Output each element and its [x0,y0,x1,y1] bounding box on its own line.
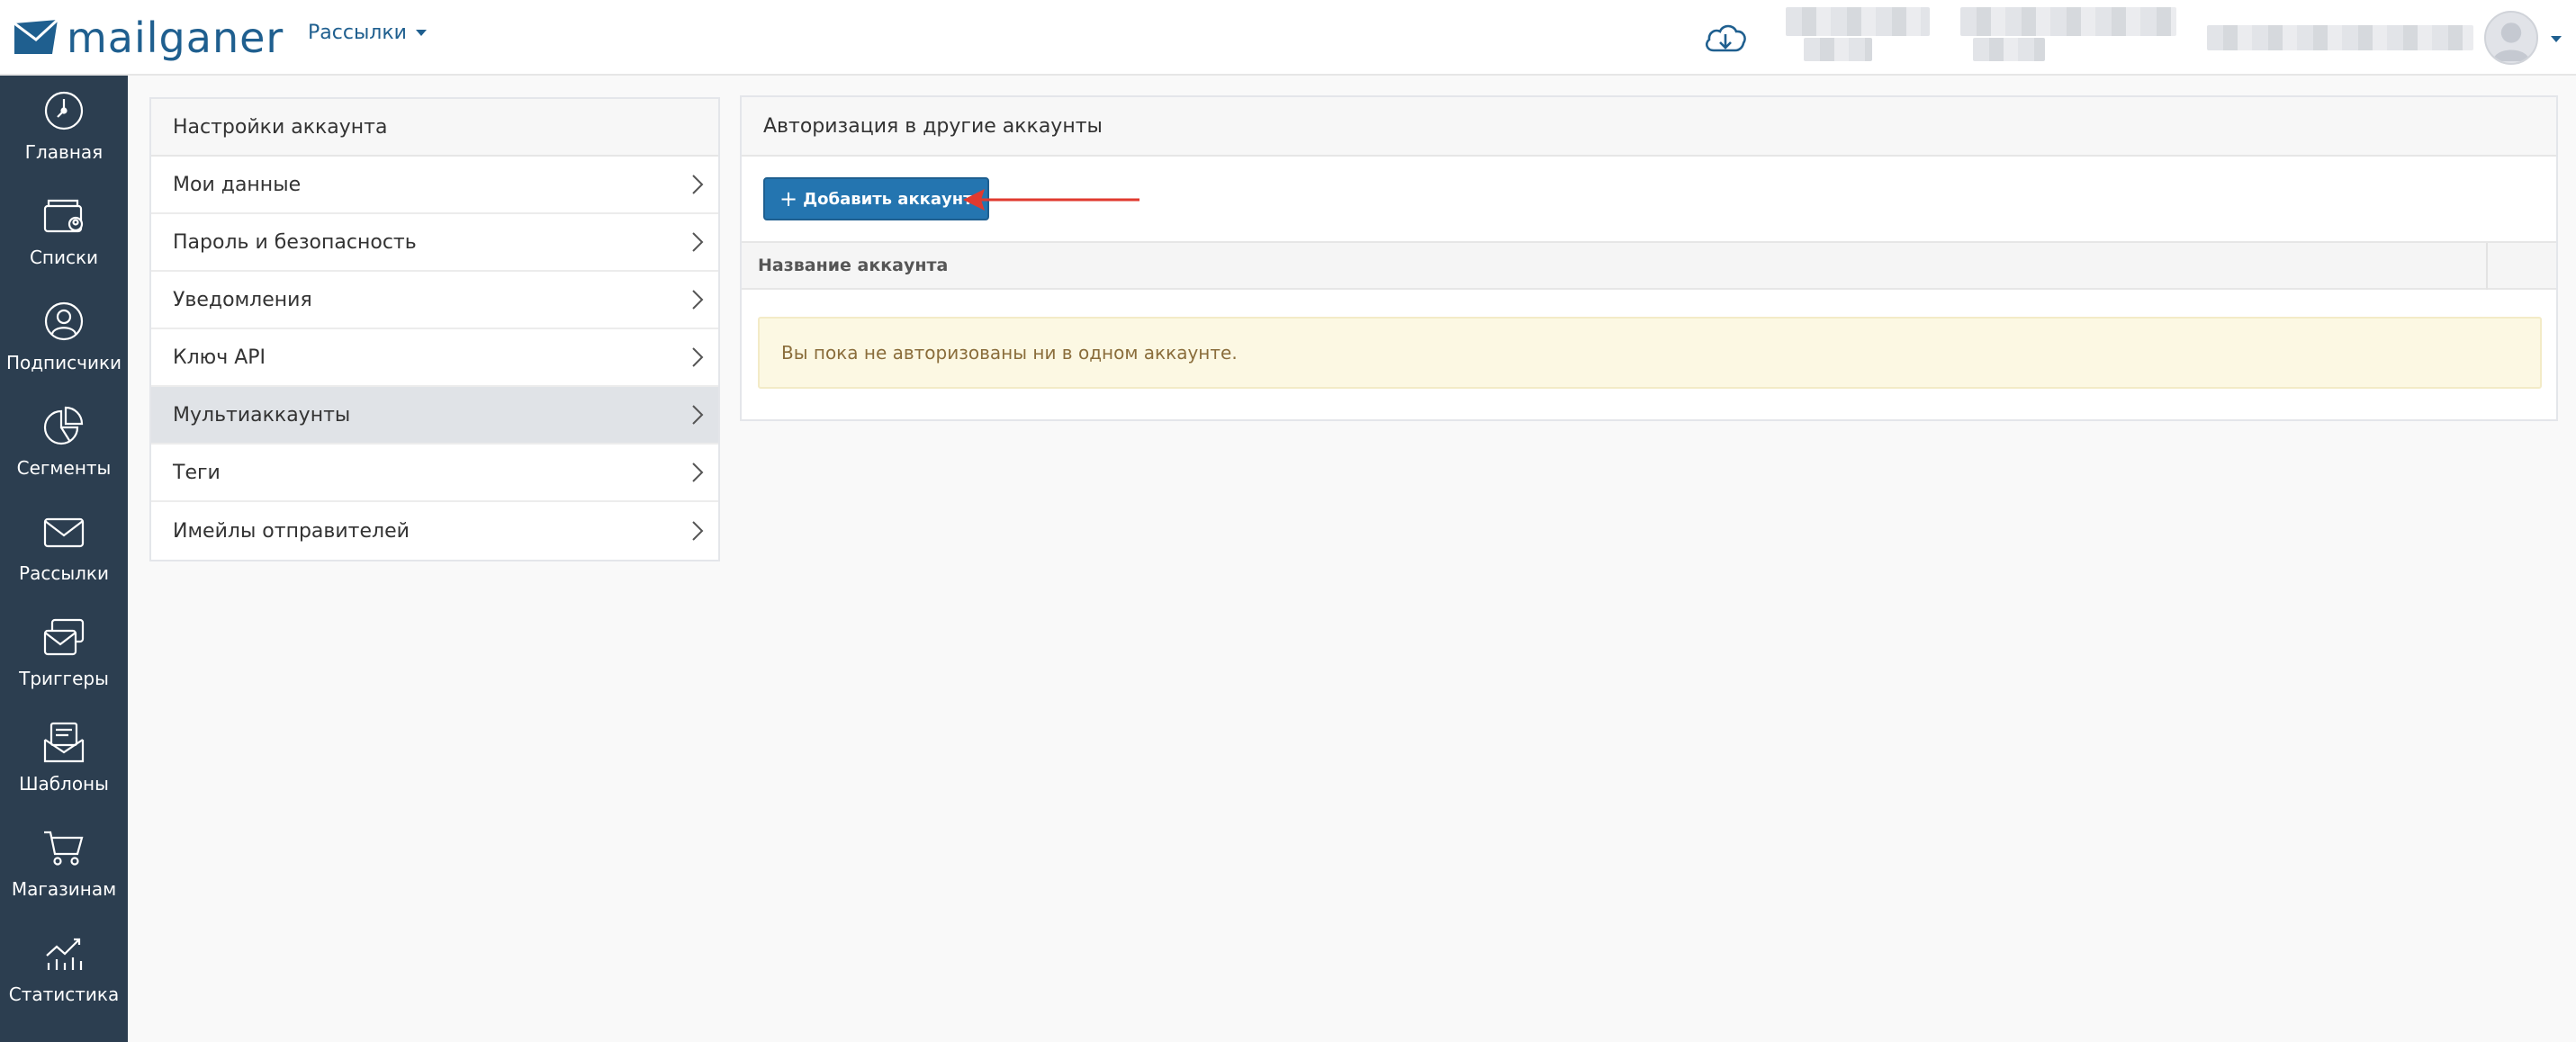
chevron-right-icon [692,405,704,425]
settings-item-sender-emails[interactable]: Имейлы отправителей [151,502,718,560]
annotation-arrow-icon [963,189,1139,211]
blurred-account-info [1804,38,1872,61]
settings-item-label: Уведомления [173,288,312,311]
blurred-account-info [1786,7,1930,36]
sidebar-item-subscribers[interactable]: Подписчики [0,286,128,391]
logo-text: mailganer [67,13,284,62]
sidebar-item-label: Главная [24,141,104,163]
settings-item-label: Мультиаккаунты [173,403,351,427]
sidebar-item-label: Триггеры [19,668,109,689]
column-header-account-name: Название аккаунта [758,256,949,275]
envelope-icon [43,517,85,548]
templates-icon [43,722,85,763]
main-panel-title: Авторизация в другие аккаунты [742,97,2556,157]
add-account-button[interactable]: + Добавить аккаунт [763,177,989,220]
segments-icon [43,406,84,445]
settings-item-password-security[interactable]: Пароль и безопасность [151,214,718,272]
sidebar-item-label: Статистика [8,984,120,1005]
sidebar-item-label: Рассылки [19,562,109,584]
panel-toolbar: + Добавить аккаунт [742,157,2556,243]
sidebar-item-dashboard[interactable]: Главная [0,76,128,181]
caret-down-icon[interactable] [2551,36,2562,42]
sidebar-item-campaigns[interactable]: Рассылки [0,497,128,602]
blurred-balance-info [1973,38,2045,61]
sidebar-item-triggers[interactable]: Триггеры [0,602,128,707]
sidebar-item-statistics[interactable]: Статистика [0,918,128,1023]
settings-panel-title: Настройки аккаунта [151,99,718,157]
settings-item-multiaccounts[interactable]: Мультиаккаунты [151,387,718,445]
cloud-download-icon[interactable] [1703,20,1748,58]
settings-item-label: Ключ API [173,346,266,369]
chevron-right-icon [692,290,704,310]
stats-icon [46,938,83,970]
multiaccount-panel: Авторизация в другие аккаунты + Добавить… [740,95,2558,421]
column-divider [2486,243,2488,290]
sidebar-item-label: Магазинам [11,878,117,900]
triggers-icon [43,618,85,656]
add-account-button-label: Добавить аккаунт [803,189,973,209]
settings-item-api-key[interactable]: Ключ API [151,329,718,387]
settings-item-notifications[interactable]: Уведомления [151,272,718,329]
cart-icon [44,831,84,866]
settings-item-label: Имейлы отправителей [173,519,410,543]
sidebar-item-label: Сегменты [16,457,112,479]
sidebar-item-label: Шаблоны [19,773,109,795]
chevron-right-icon [692,232,704,252]
sidebar-item-segments[interactable]: Сегменты [0,391,128,497]
logo[interactable]: mailganer [13,9,284,67]
accounts-table-header: Название аккаунта [742,243,2556,290]
sidebar: Главная Списки Подписчики Сегменты Рассы… [0,76,128,1042]
mail-logo-icon [14,18,59,54]
campaigns-menu-dropdown[interactable]: Рассылки [308,22,427,44]
blurred-user-email [2207,25,2473,50]
chevron-right-icon [692,521,704,541]
sidebar-item-label: Списки [29,247,99,268]
settings-item-my-data[interactable]: Мои данные [151,157,718,214]
top-bar: mailganer Рассылки [0,0,2576,76]
chevron-right-icon [692,347,704,367]
user-icon [44,301,84,341]
sidebar-item-shops[interactable]: Магазинам [0,813,128,918]
lists-icon [43,199,84,233]
plus-icon: + [779,186,798,211]
sidebar-item-templates[interactable]: Шаблоны [0,707,128,813]
settings-item-label: Теги [173,461,221,484]
settings-item-label: Мои данные [173,173,302,196]
campaigns-menu-label: Рассылки [308,22,407,44]
avatar[interactable] [2484,11,2538,65]
sidebar-item-lists[interactable]: Списки [0,181,128,286]
dashboard-icon [44,91,84,130]
sidebar-item-label: Подписчики [5,352,122,373]
settings-item-label: Пароль и безопасность [173,230,417,254]
chevron-right-icon [692,463,704,482]
caret-down-icon [415,30,427,36]
blurred-balance-info [1960,7,2176,36]
empty-state-alert: Вы пока не авторизованы ни в одном аккау… [758,317,2542,389]
account-settings-panel: Настройки аккаунта Мои данные Пароль и б… [149,97,720,561]
settings-item-tags[interactable]: Теги [151,445,718,502]
chevron-right-icon [692,175,704,194]
